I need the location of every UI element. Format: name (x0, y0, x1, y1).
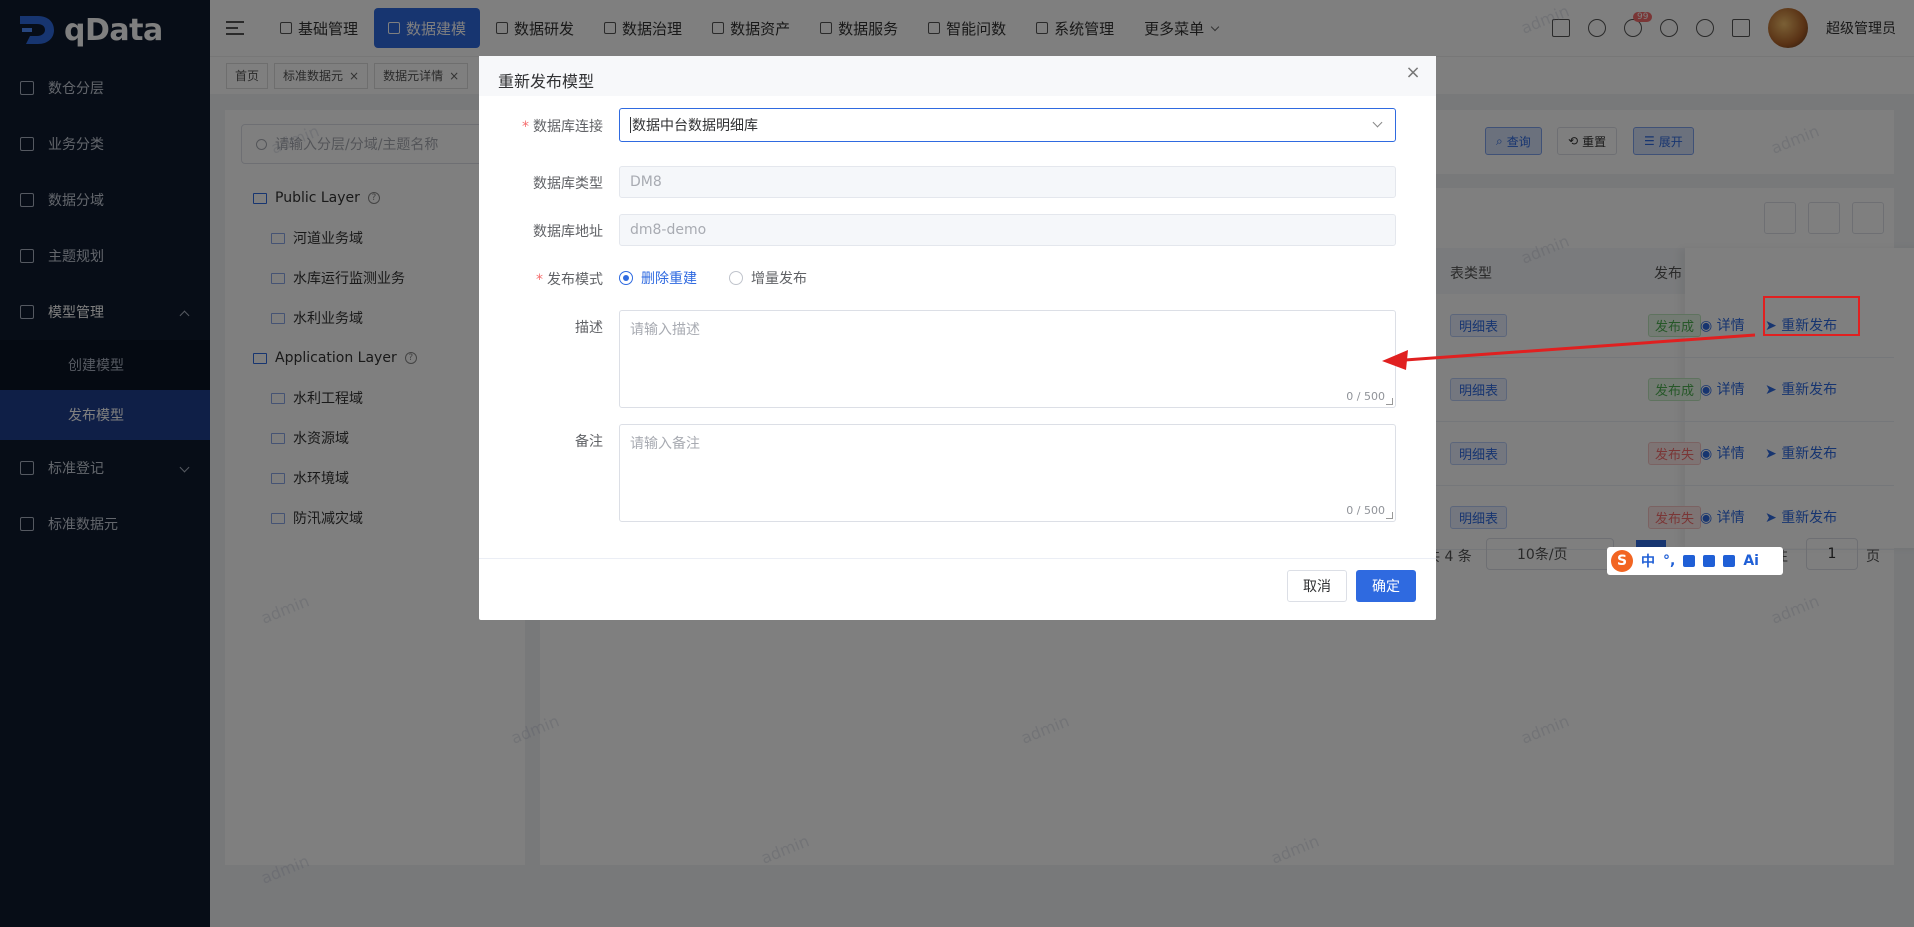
republish-model-dialog: 重新发布模型 × * 数据库连接 数据中台数据明细库 数据库类型 DM8 数据库地… (479, 56, 1436, 620)
resize-handle-icon[interactable] (1386, 398, 1393, 405)
description-label: 描述 (575, 320, 603, 336)
radio-delete-rebuild[interactable]: 删除重建 (619, 268, 697, 288)
label-text: 发布模式 (547, 272, 603, 288)
db-connection-select[interactable]: 数据中台数据明细库 (619, 108, 1396, 142)
db-type-value: DM8 (619, 166, 1396, 198)
remark-placeholder: 请输入备注 (630, 436, 700, 452)
db-connection-label: * 数据库连接 (522, 116, 603, 136)
confirm-button[interactable]: 确定 (1356, 570, 1416, 602)
remark-label: 备注 (575, 434, 603, 450)
radio-dot (619, 271, 633, 285)
required-mark: * (522, 119, 529, 135)
db-address-label: 数据库地址 (533, 224, 603, 240)
db-address-value: dm8-demo (619, 214, 1396, 246)
description-textarea[interactable]: 请输入描述 0 / 500 (619, 310, 1396, 408)
remark-textarea[interactable]: 请输入备注 0 / 500 (619, 424, 1396, 522)
dialog-header (479, 56, 1436, 96)
publish-mode-label: * 发布模式 (536, 269, 603, 289)
chevron-down-icon (1372, 117, 1383, 128)
description-placeholder: 请输入描述 (630, 322, 700, 338)
sogou-logo-icon[interactable]: S (1611, 550, 1633, 572)
char-counter: 0 / 500 (1346, 504, 1385, 517)
db-type-label: 数据库类型 (533, 176, 603, 192)
radio-incremental-publish[interactable]: 增量发布 (729, 268, 807, 288)
db-connection-value: 数据中台数据明细库 (632, 118, 758, 134)
text-cursor (630, 117, 631, 133)
db-connection-select-box[interactable]: 数据中台数据明细库 (619, 108, 1396, 142)
ime-lang[interactable]: 中 (1641, 551, 1655, 571)
radio-label: 删除重建 (641, 271, 697, 287)
radio-dot (729, 271, 743, 285)
divider (479, 558, 1436, 559)
label-text: 数据库连接 (533, 119, 603, 135)
skin-icon[interactable] (1723, 555, 1736, 567)
ime-ai[interactable]: Ai (1743, 553, 1759, 569)
keyboard-icon[interactable] (1703, 555, 1716, 567)
form-row-remark: 备注 请输入备注 0 / 500 (479, 424, 1436, 522)
radio-label: 增量发布 (751, 271, 807, 287)
punctuation-icon[interactable]: °, (1663, 553, 1675, 569)
republish-highlight (1763, 296, 1860, 336)
required-mark: * (536, 272, 543, 288)
close-icon[interactable]: × (1404, 64, 1422, 82)
dialog-title: 重新发布模型 (498, 72, 595, 91)
publish-mode-radio-group: 删除重建 增量发布 (619, 266, 1396, 290)
db-address-field: dm8-demo (619, 214, 1396, 246)
form-row-description: 描述 请输入描述 0 / 500 (479, 310, 1436, 408)
char-counter: 0 / 500 (1346, 390, 1385, 403)
db-type-field: DM8 (619, 166, 1396, 198)
resize-handle-icon[interactable] (1386, 512, 1393, 519)
cancel-button[interactable]: 取消 (1287, 570, 1347, 602)
ime-toolbar: S 中 °, Ai (1607, 547, 1783, 575)
mic-icon[interactable] (1683, 555, 1696, 567)
